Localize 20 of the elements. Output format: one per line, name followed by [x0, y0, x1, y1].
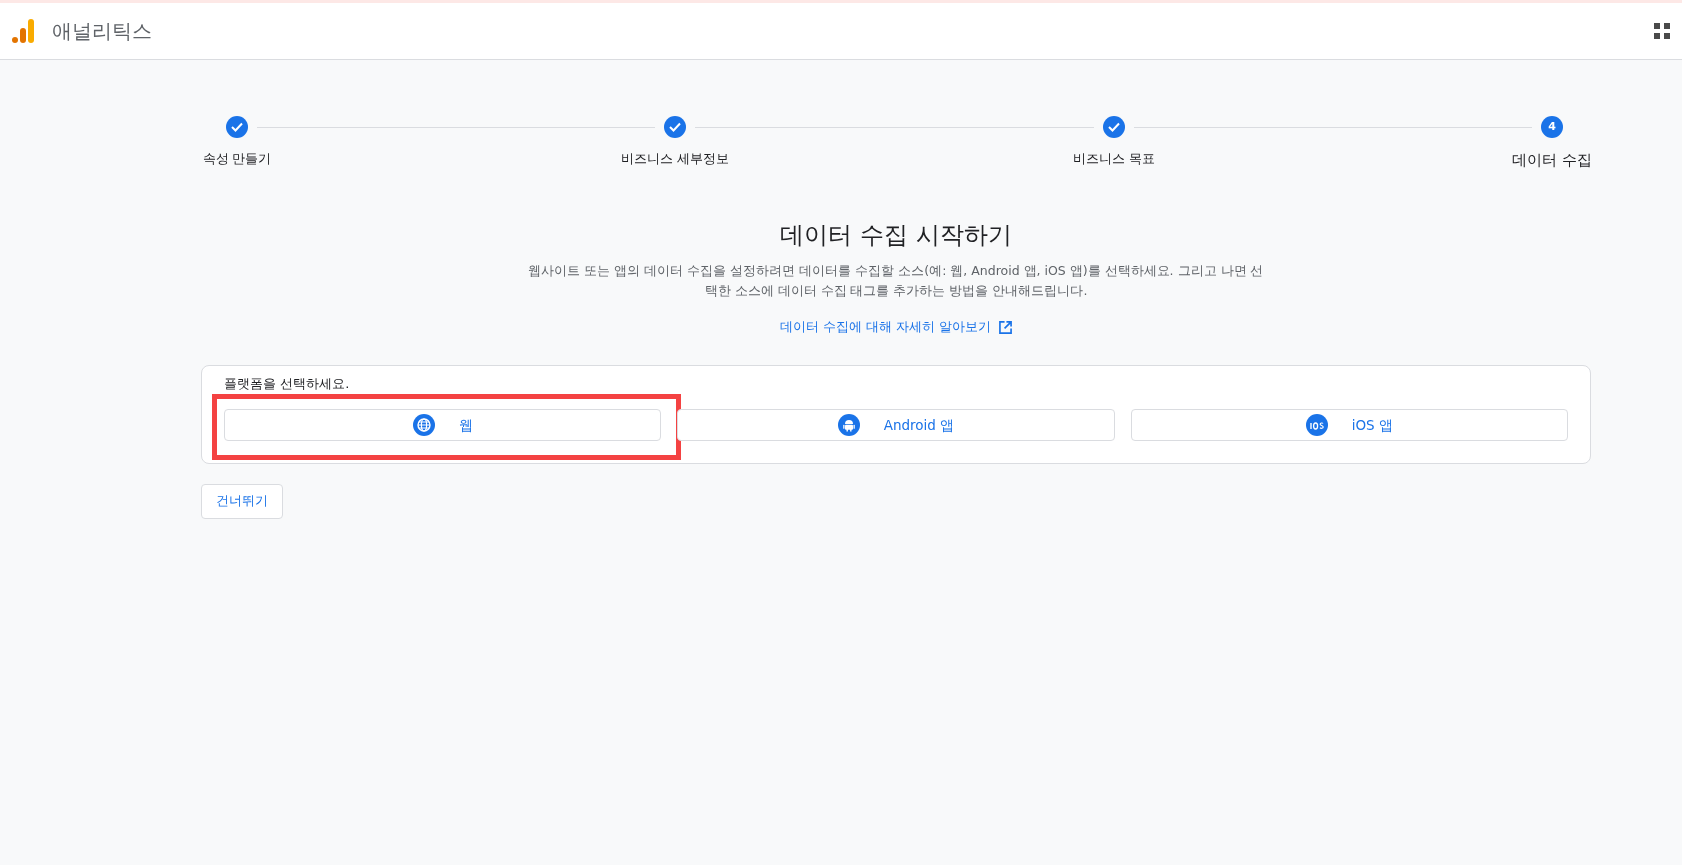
ios-icon: [1305, 414, 1328, 436]
step-label: 비즈니스 목표: [1072, 150, 1155, 168]
external-link-icon: [998, 320, 1012, 334]
description-text: 웹사이트 또는 앱의 데이터 수집을 설정하려면 데이터를 수집할 소스(예: 웹, Android 앱, iOS 앱)를 선택하세요. 그리고 나면 선택한 소스에 데이터 수집 태그를 추가하는 방법을 안내해드립니다.: [527, 261, 1265, 300]
globe-icon: [412, 414, 435, 436]
platform-prompt: 플랫폼을 선택하세요.: [224, 374, 351, 393]
step-label: 비즈니스 세부정보: [621, 150, 730, 168]
android-icon: [837, 414, 860, 436]
platform-button[interactable]: 웹: [224, 409, 662, 441]
learn-more-link[interactable]: 데이터 수집에 대해 자세히 알아보기: [780, 317, 1012, 337]
step-label: 데이터 수집: [1512, 151, 1592, 170]
apps-grid-icon[interactable]: [1654, 23, 1670, 39]
page-heading: 데이터 수집 시작하기: [779, 219, 1013, 251]
platform-button[interactable]: iOS 앱: [1130, 409, 1568, 441]
skip-button[interactable]: 건너뛰기: [201, 484, 283, 519]
step-label: 속성 만들기: [202, 150, 272, 168]
step-number: 4: [1541, 116, 1563, 138]
analytics-logo-icon: [12, 18, 36, 44]
app-title: 애널리틱스: [52, 18, 152, 45]
platform-button[interactable]: Android 앱: [677, 409, 1115, 441]
